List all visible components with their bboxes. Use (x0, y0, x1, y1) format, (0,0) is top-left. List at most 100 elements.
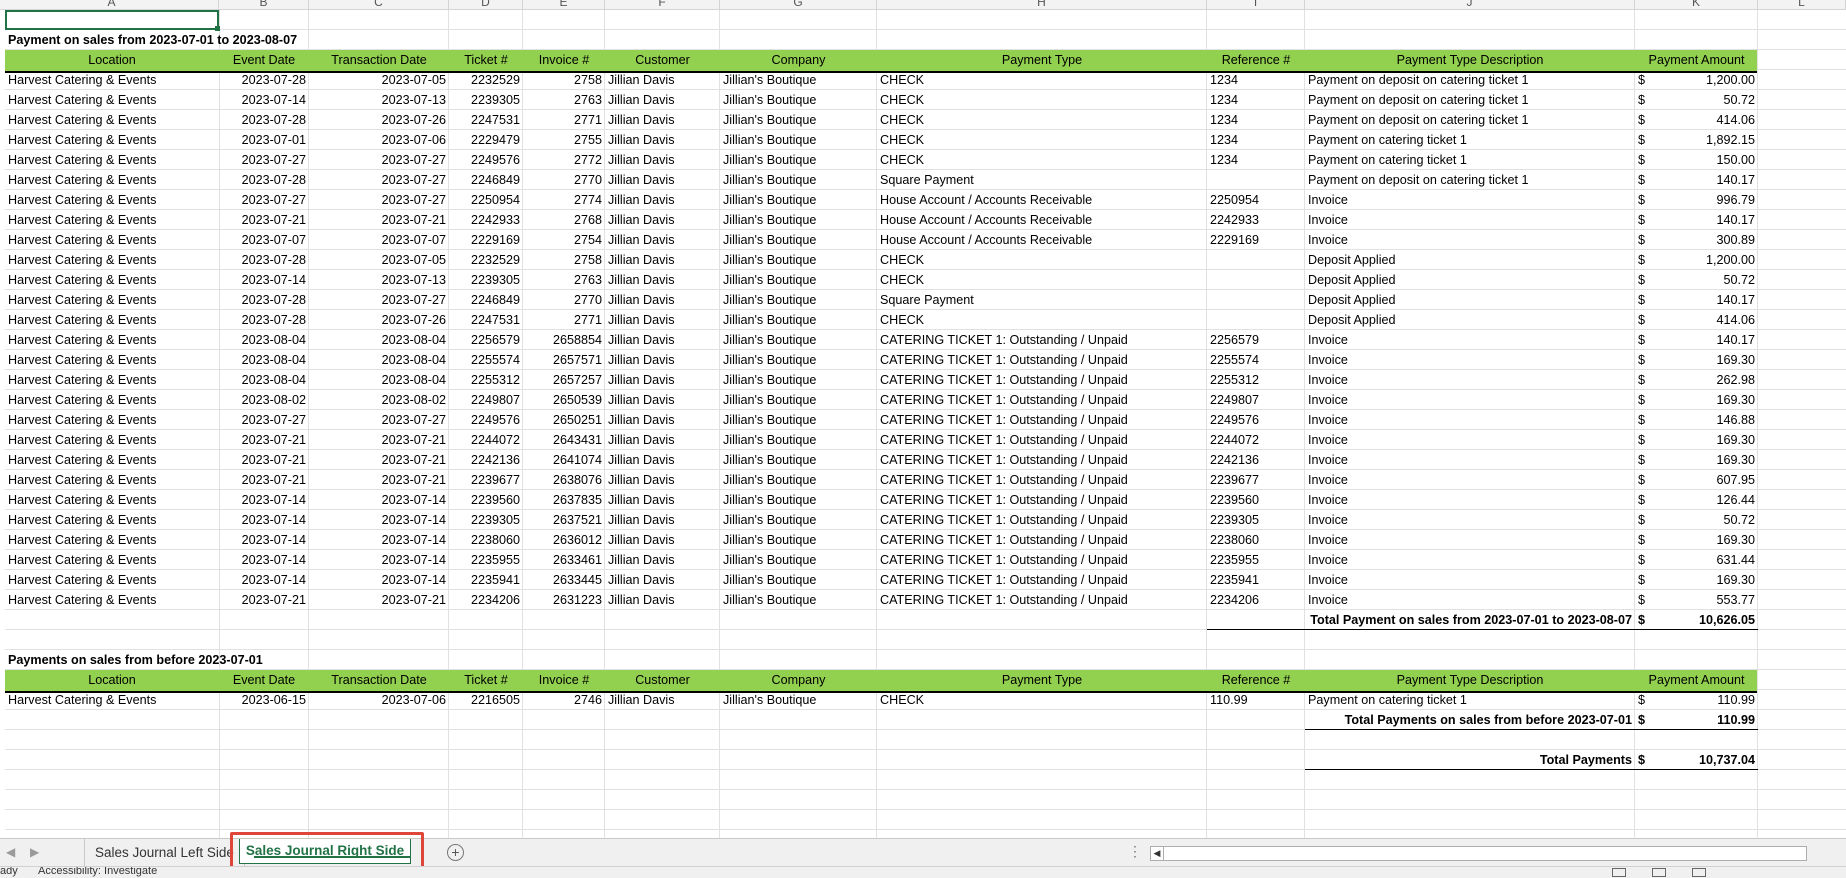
table-cell[interactable]: 2247531 (449, 310, 523, 330)
table-cell[interactable]: Jillian Davis (605, 110, 720, 130)
table-cell[interactable]: Deposit Applied (1305, 310, 1635, 330)
table-cell[interactable]: 2249807 (1207, 390, 1305, 410)
page-break-view-icon[interactable] (1692, 868, 1706, 877)
table-cell[interactable]: Jillian Davis (605, 350, 720, 370)
table-cell[interactable]: 2023-07-27 (219, 190, 309, 210)
table-cell[interactable]: CATERING TICKET 1: Outstanding / Unpaid (877, 430, 1207, 450)
table-cell[interactable]: Invoice (1305, 530, 1635, 550)
table-cell[interactable]: 2234206 (1207, 590, 1305, 610)
table-cell[interactable]: Harvest Catering & Events (5, 110, 219, 130)
column-header-a[interactable]: A (5, 0, 219, 9)
currency-cell[interactable]: $ (1635, 270, 1655, 290)
prev-sheet-icon[interactable]: ◀ (6, 845, 15, 859)
table-cell[interactable]: Payment on deposit on catering ticket 1 (1305, 90, 1635, 110)
table-cell[interactable]: 2249576 (1207, 410, 1305, 430)
table-cell[interactable]: Jillian Davis (605, 410, 720, 430)
column-title[interactable]: Transaction Date (309, 670, 449, 690)
table-cell[interactable]: 2235941 (1207, 570, 1305, 590)
table-cell[interactable]: 2023-07-05 (309, 250, 449, 270)
table-cell[interactable]: 2255312 (449, 370, 523, 390)
table-cell[interactable]: CATERING TICKET 1: Outstanding / Unpaid (877, 510, 1207, 530)
tab-sales-journal-left-side[interactable]: Sales Journal Left Side (84, 839, 245, 866)
table-cell[interactable]: Jillian's Boutique (720, 490, 877, 510)
table-cell[interactable]: 2633461 (523, 550, 605, 570)
table-cell[interactable]: 2238060 (449, 530, 523, 550)
table-cell[interactable]: 2023-07-07 (219, 230, 309, 250)
table-cell[interactable]: Jillian's Boutique (720, 230, 877, 250)
table-cell[interactable]: Jillian Davis (605, 490, 720, 510)
table-cell[interactable]: 2023-07-14 (309, 550, 449, 570)
table-cell[interactable]: Jillian's Boutique (720, 570, 877, 590)
column-title[interactable]: Invoice # (523, 670, 605, 690)
table-cell[interactable]: 2746 (523, 690, 605, 710)
table-cell[interactable]: 2023-07-26 (309, 310, 449, 330)
add-sheet-button[interactable]: + (447, 844, 464, 861)
amount-cell[interactable]: 50.72 (1655, 510, 1758, 530)
table-cell[interactable]: Invoice (1305, 550, 1635, 570)
table-cell[interactable]: Jillian Davis (605, 210, 720, 230)
column-title[interactable]: Location (5, 50, 219, 70)
table-cell[interactable]: 2246849 (449, 170, 523, 190)
column-title[interactable]: Customer (605, 670, 720, 690)
table-cell[interactable]: Jillian's Boutique (720, 250, 877, 270)
table-cell[interactable]: Invoice (1305, 190, 1635, 210)
table-cell[interactable]: House Account / Accounts Receivable (877, 230, 1207, 250)
currency-cell[interactable]: $ (1635, 150, 1655, 170)
table-cell[interactable]: Harvest Catering & Events (5, 550, 219, 570)
table-cell[interactable]: 2242136 (1207, 450, 1305, 470)
table-cell[interactable]: Payment on catering ticket 1 (1305, 690, 1635, 710)
amount-cell[interactable]: 414.06 (1655, 110, 1758, 130)
table-cell[interactable]: 2242933 (1207, 210, 1305, 230)
amount-cell[interactable]: 110.99 (1655, 690, 1758, 710)
amount-cell[interactable]: 169.30 (1655, 430, 1758, 450)
table-cell[interactable]: 2023-07-21 (309, 590, 449, 610)
table-cell[interactable]: Jillian's Boutique (720, 90, 877, 110)
table-cell[interactable]: Invoice (1305, 490, 1635, 510)
table-cell[interactable]: 1234 (1207, 130, 1305, 150)
column-title[interactable]: Payment Type Description (1305, 50, 1635, 70)
currency-cell[interactable]: $ (1635, 290, 1655, 310)
table-cell[interactable]: Harvest Catering & Events (5, 290, 219, 310)
table-cell[interactable]: 2023-08-04 (309, 330, 449, 350)
amount-cell[interactable]: 553.77 (1655, 590, 1758, 610)
total-amount[interactable]: 110.99 (1655, 710, 1758, 730)
table-cell[interactable]: 2023-07-28 (219, 310, 309, 330)
currency-cell[interactable]: $ (1635, 370, 1655, 390)
currency-cell[interactable]: $ (1635, 390, 1655, 410)
table-cell[interactable]: 2023-07-21 (219, 210, 309, 230)
tab-sales-journal-right-side[interactable]: Sales Journal Right Side (239, 839, 411, 864)
table-cell[interactable]: Jillian's Boutique (720, 450, 877, 470)
table-cell[interactable]: 2234206 (449, 590, 523, 610)
table-cell[interactable]: 2242933 (449, 210, 523, 230)
table-cell[interactable]: Harvest Catering & Events (5, 250, 219, 270)
table-cell[interactable]: 2023-07-06 (309, 690, 449, 710)
table-cell[interactable]: Jillian Davis (605, 690, 720, 710)
amount-cell[interactable]: 414.06 (1655, 310, 1758, 330)
table-cell[interactable]: CATERING TICKET 1: Outstanding / Unpaid (877, 550, 1207, 570)
currency-cell[interactable]: $ (1635, 70, 1655, 90)
table-cell[interactable]: Jillian Davis (605, 530, 720, 550)
table-cell[interactable]: Harvest Catering & Events (5, 210, 219, 230)
table-cell[interactable]: 2763 (523, 90, 605, 110)
table-cell[interactable]: Payment on deposit on catering ticket 1 (1305, 170, 1635, 190)
currency-cell[interactable]: $ (1635, 570, 1655, 590)
table-cell[interactable]: 2023-07-14 (219, 270, 309, 290)
table-cell[interactable]: 2023-08-04 (219, 350, 309, 370)
table-cell[interactable]: 2771 (523, 110, 605, 130)
table-cell[interactable]: Payment on catering ticket 1 (1305, 130, 1635, 150)
currency-cell[interactable]: $ (1635, 90, 1655, 110)
table-cell[interactable]: 2023-07-28 (219, 170, 309, 190)
table-cell[interactable]: Jillian's Boutique (720, 690, 877, 710)
currency-cell[interactable]: $ (1635, 170, 1655, 190)
table-cell[interactable]: 2658854 (523, 330, 605, 350)
table-cell[interactable]: Jillian's Boutique (720, 390, 877, 410)
table-cell[interactable]: 2755 (523, 130, 605, 150)
table-cell[interactable]: Jillian Davis (605, 370, 720, 390)
tab-split-handle-icon[interactable]: ⋮ (1128, 843, 1142, 860)
table-cell[interactable]: Jillian Davis (605, 470, 720, 490)
table-cell[interactable]: Jillian's Boutique (720, 270, 877, 290)
table-cell[interactable]: Invoice (1305, 450, 1635, 470)
table-cell[interactable]: CATERING TICKET 1: Outstanding / Unpaid (877, 390, 1207, 410)
table-cell[interactable]: 2023-07-27 (309, 290, 449, 310)
section-title[interactable]: Payment on sales from 2023-07-01 to 2023… (5, 30, 605, 50)
